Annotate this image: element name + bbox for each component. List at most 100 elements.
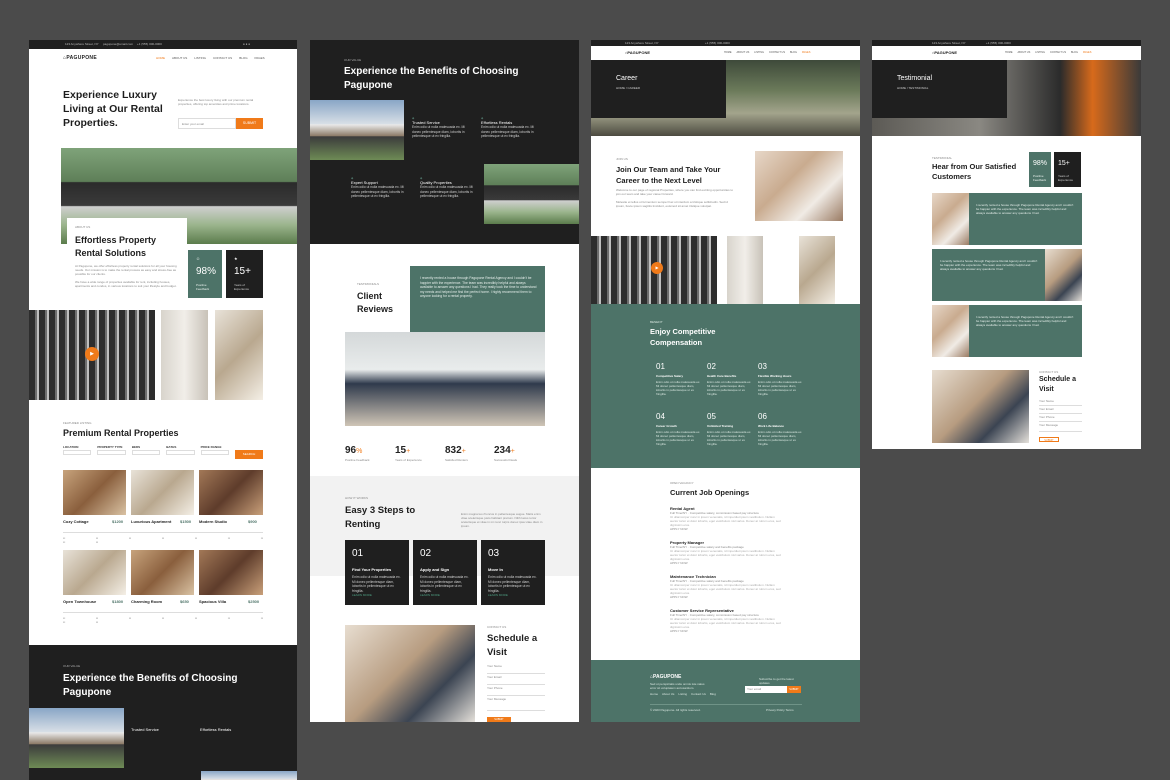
page-testimonial: 123 Anywhere Street, NY +1 (555) 000-000… <box>872 40 1141 449</box>
social-icons[interactable]: ● ● ● <box>243 42 250 46</box>
footer-link[interactable]: Listing <box>678 692 687 696</box>
smile-icon: ☺ <box>196 256 201 261</box>
career-breadcrumb[interactable]: HOME / CAREER <box>616 86 640 90</box>
play-button[interactable]: ▶ <box>85 347 99 361</box>
property-name[interactable]: Spacious Villa <box>199 599 226 604</box>
property-name[interactable]: Cozy Cottage <box>63 519 89 524</box>
step-learn-more[interactable]: LEARN MORE <box>352 593 372 597</box>
nav-home[interactable]: HOME <box>156 56 165 60</box>
nav-blog[interactable]: BLOG <box>1071 51 1078 54</box>
newsletter-input[interactable]: Your email <box>745 686 787 693</box>
jobs-eyebrow: OPEN VACANCY <box>670 481 694 485</box>
nav-pages[interactable]: PAGES <box>255 56 265 60</box>
benefit-item: ◆ Expert Support Enim odio ut nulla male… <box>351 176 409 199</box>
logo[interactable]: ⌂PAGUPONE <box>625 50 650 55</box>
testimonial-breadcrumb[interactable]: HOME / TESTIMONIAL <box>897 86 928 90</box>
property-photo[interactable] <box>199 470 263 515</box>
visit-submit-button[interactable]: SUBMIT <box>487 717 511 722</box>
filter-price[interactable]: PRICE RANGE <box>200 445 230 461</box>
nav-about[interactable]: ABOUT US <box>1018 51 1031 54</box>
counter-label: Successful Deals <box>494 458 518 462</box>
footer-logo[interactable]: ⌂PAGUPONE <box>650 674 681 680</box>
nav-listing[interactable]: LISTING <box>194 56 206 60</box>
reviewer-photo <box>932 193 969 245</box>
filter-type[interactable]: PROPERTY TYPE <box>97 445 126 461</box>
footer-link[interactable]: Home <box>650 692 658 696</box>
nav-home[interactable]: HOME <box>724 51 732 54</box>
footer-link[interactable]: About Us <box>662 692 674 696</box>
footer-link[interactable]: Blog <box>710 692 716 696</box>
nav-home[interactable]: HOME <box>1005 51 1013 54</box>
property-name[interactable]: Luxurious Apartment <box>131 519 171 524</box>
step-learn-more[interactable]: LEARN MORE <box>488 593 508 597</box>
property-photo[interactable] <box>131 550 194 595</box>
property-photo[interactable] <box>63 550 126 595</box>
visit-phone-field[interactable]: Your Phone <box>1039 415 1082 422</box>
benefits-photo <box>29 708 124 768</box>
comp-item-text: Enim odio ut nulla malesuada ex. Mi done… <box>656 380 701 396</box>
review-text: I recently rented a house through Pagupo… <box>976 315 1074 327</box>
property-photo[interactable] <box>199 550 263 595</box>
hero-submit-button[interactable]: SUBMIT <box>236 118 263 129</box>
nav-contact[interactable]: CONTACT US <box>1050 51 1066 54</box>
join-text: Welcome to our page of regional Properti… <box>616 188 734 196</box>
visit-email-field[interactable]: Your Email <box>487 675 545 685</box>
topbar-phone[interactable]: +1 (555) 000-0000 <box>986 41 1011 45</box>
filter-beds[interactable]: BEDS <box>131 445 161 461</box>
stat-feedback-value: 98% <box>196 266 217 277</box>
visit-name-field[interactable]: Your Name <box>1039 399 1082 406</box>
hero-email-input[interactable]: Enter your email <box>178 118 236 129</box>
step-title: Apply and Sign <box>420 567 450 572</box>
topbar-phone[interactable]: +1 (555) 000-0000 <box>705 41 730 45</box>
nav-about[interactable]: ABOUT US <box>172 56 187 60</box>
nav-contact[interactable]: CONTACT US <box>769 51 785 54</box>
job-apply-link[interactable]: APPLY NOW <box>670 527 782 531</box>
filter-baths[interactable]: BATHS <box>166 445 195 461</box>
nav-pages[interactable]: PAGES <box>1083 51 1091 54</box>
filter-location[interactable]: LOCATION <box>63 445 92 461</box>
property-price: $650 <box>180 599 189 604</box>
nav-listing[interactable]: LISTING <box>754 51 764 54</box>
nav-listing[interactable]: LISTING <box>1035 51 1045 54</box>
footer-link[interactable]: Contact Us <box>691 692 706 696</box>
nav-contact[interactable]: CONTACT US <box>213 56 232 60</box>
benefits-section: OUR VALUE Experience the Benefits of Cho… <box>29 645 297 780</box>
visit-message-field[interactable]: Your Message <box>487 697 545 711</box>
benefits-photo <box>310 100 404 160</box>
visit-phone-field[interactable]: Your Phone <box>487 686 545 696</box>
property-price: $1200 <box>112 519 124 524</box>
job-apply-link[interactable]: APPLY NOW <box>670 561 782 565</box>
visit-email-field[interactable]: Your Email <box>1039 407 1082 414</box>
job-apply-link[interactable]: APPLY NOW <box>670 629 782 633</box>
main-nav: HOME ABOUT US LISTING CONTACT US BLOG PA… <box>156 56 266 60</box>
nav-pages[interactable]: PAGES <box>802 51 810 54</box>
property-photo[interactable] <box>131 470 194 515</box>
nav-blog[interactable]: BLOG <box>239 56 247 60</box>
main-nav: HOME ABOUT US LISTING CONTACT US BLOG PA… <box>1005 51 1091 54</box>
newsletter-submit-button[interactable]: SUBMIT <box>787 686 801 693</box>
logo[interactable]: ⌂PAGUPONE <box>932 50 957 55</box>
step-learn-more[interactable]: LEARN MORE <box>420 593 440 597</box>
comp-title: Enjoy Competitive Compensation <box>650 327 716 347</box>
job-apply-link[interactable]: APPLY NOW <box>670 595 782 599</box>
logo-text: PAGUPONE <box>66 55 97 61</box>
nav-blog[interactable]: BLOG <box>790 51 797 54</box>
visit-message-field[interactable]: Your Message <box>1039 423 1082 432</box>
property-name[interactable]: Open Townhouse <box>63 599 96 604</box>
topbar-email[interactable]: pagupone@email.com <box>103 42 133 46</box>
search-button[interactable]: SEARCH <box>235 450 264 459</box>
property-photo[interactable] <box>63 470 126 515</box>
play-button[interactable]: ▶ <box>651 262 663 274</box>
benefits-photo-2 <box>201 771 297 780</box>
visit-submit-button[interactable]: SUBMIT <box>1039 437 1059 442</box>
visit-name-field[interactable]: Your Name <box>487 664 545 674</box>
comp-item-title: Career Growth <box>656 424 677 428</box>
logo[interactable]: ⌂PAGUPONE <box>63 55 97 61</box>
privacy-links[interactable]: Privacy Policy Terms <box>766 708 794 712</box>
topbar-phone[interactable]: +1 (555) 000-0000 <box>137 42 162 46</box>
property-name[interactable]: Modern Studio <box>199 519 227 524</box>
nav-about[interactable]: ABOUT US <box>737 51 750 54</box>
property-name[interactable]: Charming Room <box>131 599 162 604</box>
testimonial-eyebrow: TESTIMONIAL <box>932 156 953 160</box>
listing-eyebrow: FEATURED LISTING <box>63 421 92 425</box>
